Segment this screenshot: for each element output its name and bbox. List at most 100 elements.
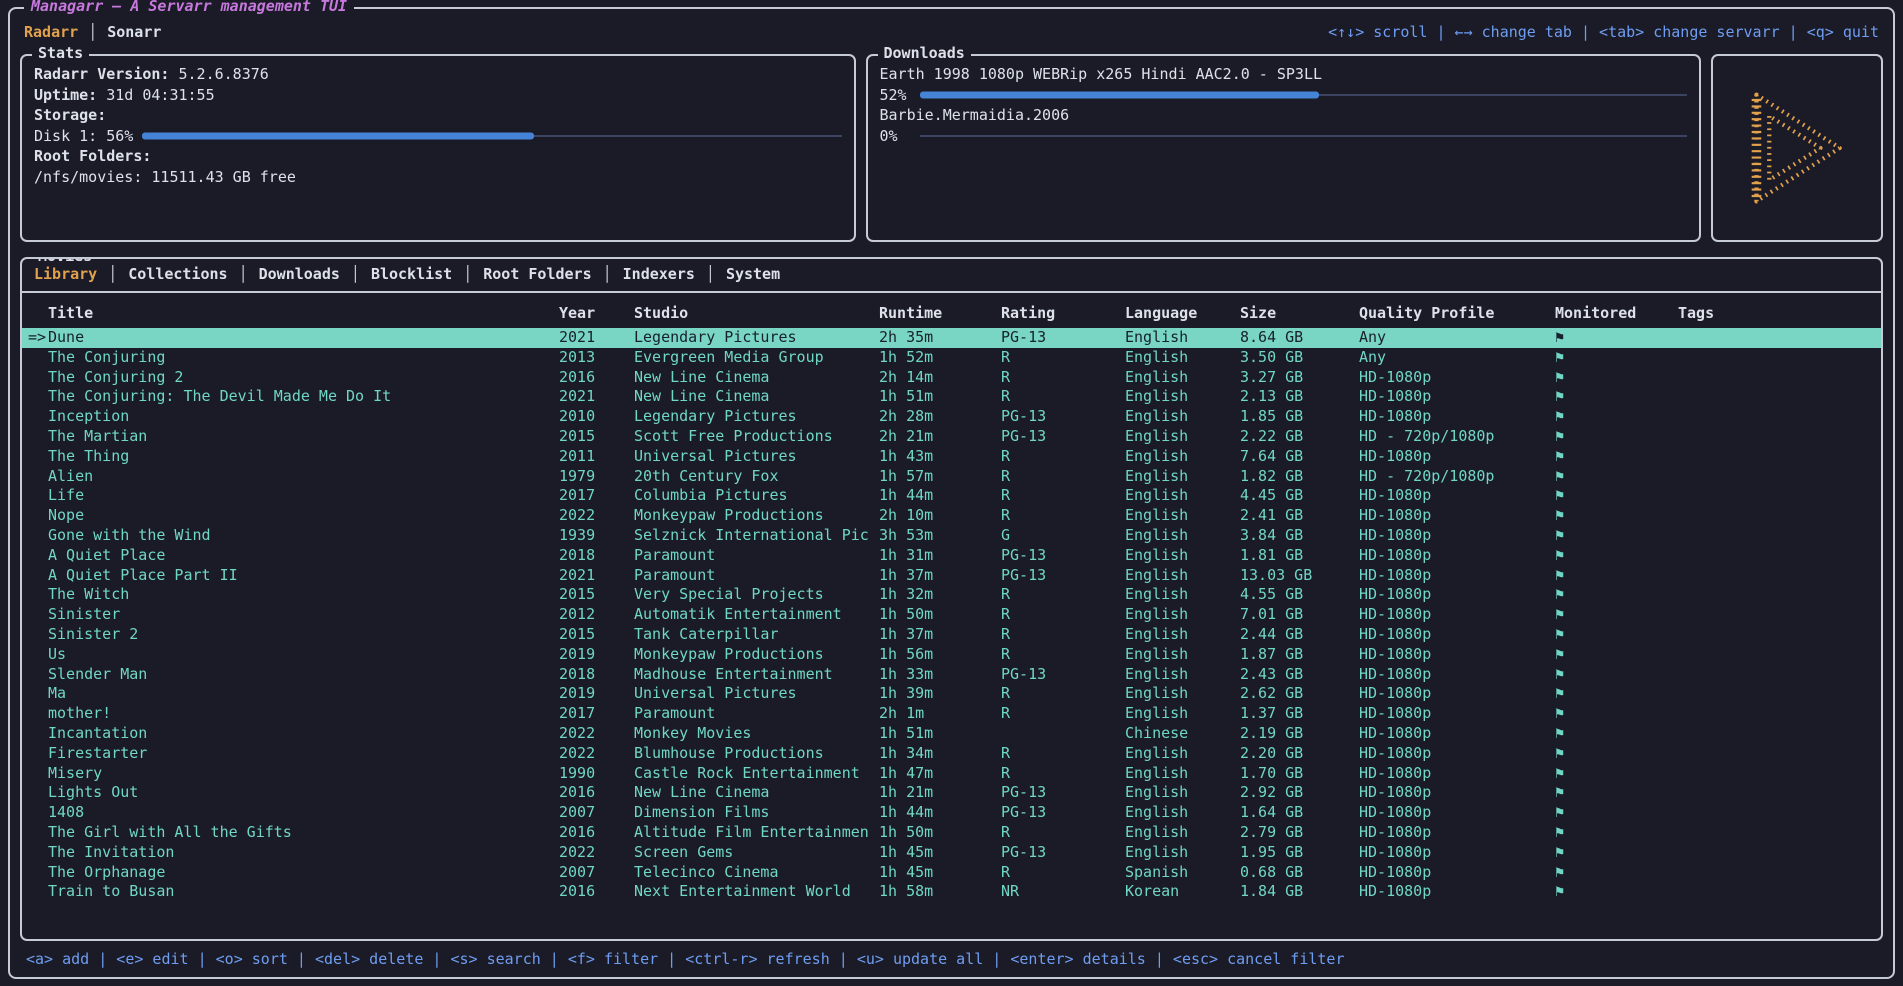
- tab-separator: │: [706, 265, 715, 283]
- table-row[interactable]: mother!2017Paramount2h 1mREnglish1.37 GB…: [22, 704, 1881, 724]
- cell-language: English: [1125, 684, 1240, 704]
- cell-studio: Legendary Pictures: [634, 328, 879, 348]
- table-row[interactable]: The Invitation2022Screen Gems1h 45mPG-13…: [22, 843, 1881, 863]
- cell-year: 2015: [559, 585, 634, 605]
- cell-rating: PG-13: [1001, 407, 1125, 427]
- cell-runtime: 3h 53m: [879, 526, 1001, 546]
- tab-downloads[interactable]: Downloads: [259, 265, 340, 283]
- table-row[interactable]: The Martian2015Scott Free Productions2h …: [22, 427, 1881, 447]
- table-row[interactable]: Firestarter2022Blumhouse Productions1h 3…: [22, 744, 1881, 764]
- cell-language: English: [1125, 764, 1240, 784]
- cell-studio: Universal Pictures: [634, 684, 879, 704]
- table-row[interactable]: Slender Man2018Madhouse Entertainment1h …: [22, 665, 1881, 685]
- table-row[interactable]: Lights Out2016New Line Cinema1h 21mPG-13…: [22, 783, 1881, 803]
- table-row[interactable]: Ma2019Universal Pictures1h 39mREnglish2.…: [22, 684, 1881, 704]
- cell-studio: Universal Pictures: [634, 447, 879, 467]
- cell-rating: NR: [1001, 882, 1125, 902]
- table-row[interactable]: =>Dune2021Legendary Pictures2h 35mPG-13E…: [22, 328, 1881, 348]
- app-title: Managarr — A Servarr management TUI: [24, 0, 354, 15]
- movie-title: Nope: [48, 506, 84, 524]
- monitored-icon: ⚑: [1555, 704, 1678, 724]
- cell-year: 2022: [559, 506, 634, 526]
- cell-rating: R: [1001, 645, 1125, 665]
- table-row[interactable]: Misery1990Castle Rock Entertainment1h 47…: [22, 764, 1881, 784]
- cell-rating: R: [1001, 863, 1125, 883]
- cell-runtime: 1h 51m: [879, 387, 1001, 407]
- cell-runtime: 1h 57m: [879, 467, 1001, 487]
- root-folder-value-line: /nfs/movies: 11511.43 GB free: [34, 167, 842, 188]
- cell-year: 2018: [559, 546, 634, 566]
- cell-rating: R: [1001, 447, 1125, 467]
- tab-system[interactable]: System: [726, 265, 780, 283]
- table-row[interactable]: The Conjuring: The Devil Made Me Do It20…: [22, 387, 1881, 407]
- cell-size: 1.82 GB: [1240, 467, 1359, 487]
- table-row[interactable]: A Quiet Place2018Paramount1h 31mPG-13Eng…: [22, 546, 1881, 566]
- tab-separator: │: [351, 265, 360, 283]
- cell-year: 2013: [559, 348, 634, 368]
- table-row[interactable]: Sinister 22015Tank Caterpillar1h 37mREng…: [22, 625, 1881, 645]
- cell-quality: HD-1080p: [1359, 387, 1555, 407]
- table-row[interactable]: Gone with the Wind1939Selznick Internati…: [22, 526, 1881, 546]
- tab-blocklist[interactable]: Blocklist: [371, 265, 452, 283]
- table-row[interactable]: Alien197920th Century Fox1h 57mREnglish1…: [22, 467, 1881, 487]
- table-row[interactable]: Inception2010Legendary Pictures2h 28mPG-…: [22, 407, 1881, 427]
- cell-year: 2018: [559, 665, 634, 685]
- cell-size: 1.81 GB: [1240, 546, 1359, 566]
- tab-separator: │: [108, 265, 117, 283]
- column-header-title: Title: [22, 303, 559, 323]
- table-row[interactable]: Nope2022Monkeypaw Productions2h 10mREngl…: [22, 506, 1881, 526]
- cell-year: 2016: [559, 882, 634, 902]
- monitored-icon: ⚑: [1555, 724, 1678, 744]
- cell-size: 2.43 GB: [1240, 665, 1359, 685]
- movies-panel-title: Movies: [32, 257, 98, 265]
- movie-title: mother!: [48, 704, 111, 722]
- cell-runtime: 1h 43m: [879, 447, 1001, 467]
- cell-title: The Conjuring: The Devil Made Me Do It: [22, 387, 559, 407]
- table-row[interactable]: 14082007Dimension Films1h 44mPG-13Englis…: [22, 803, 1881, 823]
- table-row[interactable]: The Witch2015Very Special Projects1h 32m…: [22, 585, 1881, 605]
- cell-quality: HD-1080p: [1359, 744, 1555, 764]
- table-row[interactable]: The Conjuring 22016New Line Cinema2h 14m…: [22, 368, 1881, 388]
- cell-title: The Girl with All the Gifts: [22, 823, 559, 843]
- cell-quality: HD-1080p: [1359, 783, 1555, 803]
- table-row[interactable]: Us2019Monkeypaw Productions1h 56mREnglis…: [22, 645, 1881, 665]
- cell-runtime: 1h 50m: [879, 823, 1001, 843]
- movie-title: A Quiet Place Part II: [48, 566, 238, 584]
- cell-quality: HD-1080p: [1359, 486, 1555, 506]
- table-row[interactable]: A Quiet Place Part II2021Paramount1h 37m…: [22, 566, 1881, 586]
- cell-studio: Very Special Projects: [634, 585, 879, 605]
- table-row[interactable]: The Thing2011Universal Pictures1h 43mREn…: [22, 447, 1881, 467]
- table-row[interactable]: Incantation2022Monkey Movies1h 51mChines…: [22, 724, 1881, 744]
- uptime-value: 31d 04:31:55: [106, 85, 214, 106]
- cell-year: 2007: [559, 863, 634, 883]
- cell-rating: PG-13: [1001, 427, 1125, 447]
- cell-quality: HD-1080p: [1359, 863, 1555, 883]
- cell-language: English: [1125, 368, 1240, 388]
- tab-indexers[interactable]: Indexers: [623, 265, 695, 283]
- tab-sonarr[interactable]: Sonarr: [107, 23, 161, 41]
- tab-collections[interactable]: Collections: [128, 265, 227, 283]
- table-row[interactable]: Sinister2012Automatik Entertainment1h 50…: [22, 605, 1881, 625]
- app-window: Managarr — A Servarr management TUI Rada…: [8, 7, 1895, 979]
- movie-title: The Witch: [48, 585, 129, 603]
- top-keybind-hints: <↑↓> scroll | ←→ change tab | <tab> chan…: [1328, 23, 1879, 41]
- tab-radarr[interactable]: Radarr: [24, 23, 78, 41]
- download-items: Earth 1998 1080p WEBRip x265 Hindi AAC2.…: [880, 64, 1688, 146]
- table-row[interactable]: The Orphanage2007Telecinco Cinema1h 45mR…: [22, 863, 1881, 883]
- cell-rating: PG-13: [1001, 665, 1125, 685]
- tab-root-folders[interactable]: Root Folders: [483, 265, 591, 283]
- cell-language: Spanish: [1125, 863, 1240, 883]
- movie-title: The Thing: [48, 447, 129, 465]
- cell-runtime: 1h 21m: [879, 783, 1001, 803]
- tab-library[interactable]: Library: [34, 265, 97, 283]
- table-row[interactable]: The Girl with All the Gifts2016Altitude …: [22, 823, 1881, 843]
- cell-runtime: 1h 34m: [879, 744, 1001, 764]
- cell-studio: Blumhouse Productions: [634, 744, 879, 764]
- table-row[interactable]: The Conjuring2013Evergreen Media Group1h…: [22, 348, 1881, 368]
- monitored-icon: ⚑: [1555, 764, 1678, 784]
- monitored-icon: ⚑: [1555, 467, 1678, 487]
- table-row[interactable]: Life2017Columbia Pictures1h 44mREnglish4…: [22, 486, 1881, 506]
- table-row[interactable]: Train to Busan2016Next Entertainment Wor…: [22, 882, 1881, 902]
- cell-studio: Monkey Movies: [634, 724, 879, 744]
- cell-size: 2.79 GB: [1240, 823, 1359, 843]
